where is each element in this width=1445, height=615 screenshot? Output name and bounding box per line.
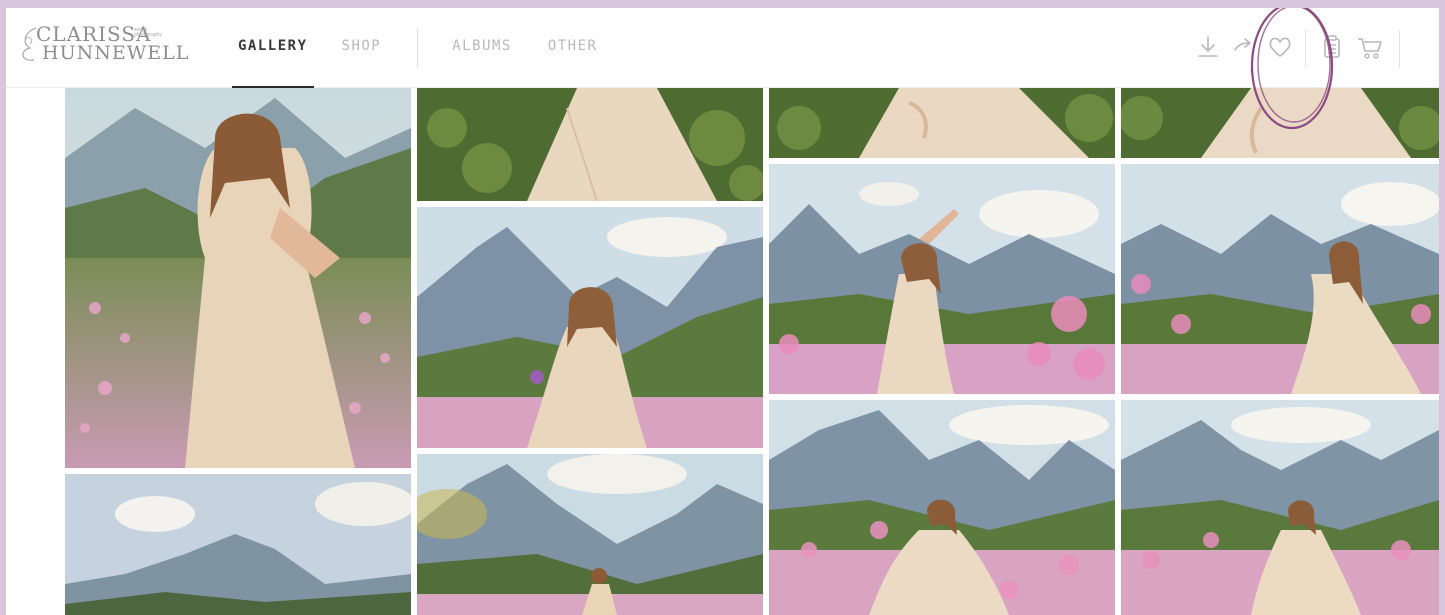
gallery-photo[interactable] bbox=[65, 88, 411, 468]
brand-logo[interactable]: CLARISSA senior photography HUNNEWELL bbox=[18, 22, 188, 66]
gallery-photo[interactable] bbox=[769, 88, 1115, 158]
actions-divider bbox=[1305, 30, 1306, 68]
brand-tagline: senior photography bbox=[134, 27, 162, 38]
nav-gallery[interactable]: GALLERY bbox=[232, 8, 314, 89]
photo-gallery bbox=[6, 88, 1439, 615]
gallery-photo[interactable] bbox=[769, 400, 1115, 615]
actions-divider-right bbox=[1399, 30, 1400, 68]
share-icon[interactable] bbox=[1229, 32, 1259, 62]
download-icon[interactable] bbox=[1193, 32, 1223, 62]
nav-divider bbox=[417, 28, 419, 68]
gallery-photo[interactable] bbox=[1121, 400, 1439, 615]
brand-name-line2: HUNNEWELL bbox=[42, 42, 190, 64]
gallery-photo[interactable] bbox=[1121, 88, 1439, 158]
top-header: CLARISSA senior photography HUNNEWELL GA… bbox=[6, 8, 1439, 89]
nav-albums[interactable]: ALBUMS bbox=[446, 8, 518, 88]
nav-shop[interactable]: SHOP bbox=[336, 8, 388, 88]
gallery-photo[interactable] bbox=[65, 474, 411, 615]
gallery-photo[interactable] bbox=[1121, 164, 1439, 394]
app-window: CLARISSA senior photography HUNNEWELL GA… bbox=[6, 8, 1439, 615]
clipboard-icon[interactable] bbox=[1317, 32, 1347, 62]
gallery-photo[interactable] bbox=[417, 454, 763, 615]
gallery-photo[interactable] bbox=[417, 207, 763, 448]
nav-other[interactable]: OTHER bbox=[542, 8, 604, 88]
main-nav: GALLERY SHOP ALBUMS OTHER bbox=[232, 8, 604, 89]
gallery-photo[interactable] bbox=[769, 164, 1115, 394]
heart-icon[interactable] bbox=[1265, 32, 1295, 62]
gallery-photo[interactable] bbox=[417, 88, 763, 201]
cart-icon[interactable] bbox=[1355, 32, 1385, 62]
header-actions bbox=[1179, 8, 1439, 88]
